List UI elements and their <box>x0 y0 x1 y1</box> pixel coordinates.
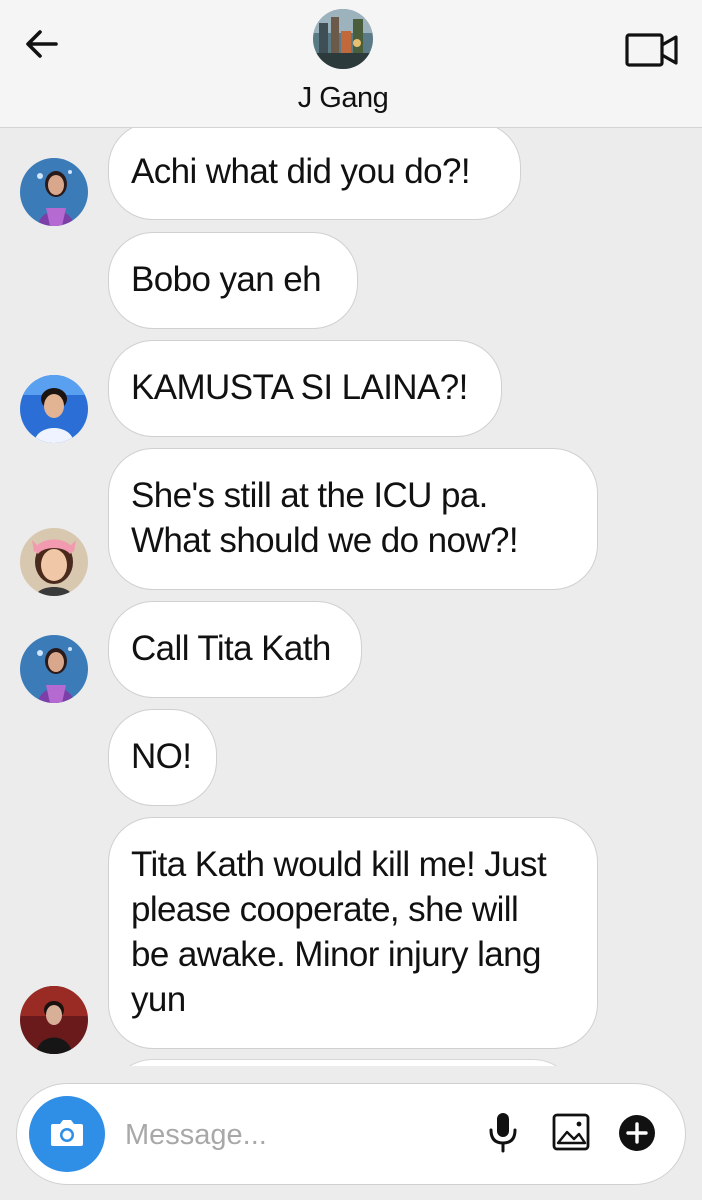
message-bubble: NO! <box>108 709 217 806</box>
camera-button[interactable] <box>29 1096 105 1172</box>
message-text: Achi what did you do?! <box>131 152 471 191</box>
message-bubble: She's still at the ICU pa. What should w… <box>108 448 598 590</box>
chat-header: J Gang <box>0 0 702 128</box>
avatar[interactable] <box>20 375 88 443</box>
message-text: Call Tita Kath <box>131 629 331 668</box>
video-call-button[interactable] <box>624 30 680 70</box>
gallery-button[interactable] <box>551 1112 591 1152</box>
microphone-icon <box>489 1113 517 1153</box>
chat-title: J Gang <box>297 82 389 114</box>
message-text-line: What should we do now?! <box>131 521 519 560</box>
message-list[interactable]: Achi what did you do?! Bobo yan eh KAMUS… <box>0 128 702 1066</box>
image-icon <box>552 1113 590 1151</box>
avatar[interactable] <box>20 986 88 1054</box>
message-text-line: yun <box>131 980 186 1019</box>
avatar[interactable] <box>20 158 88 226</box>
message-bubble: KAMUSTA SI LAINA?! <box>108 340 502 437</box>
add-button[interactable] <box>617 1113 657 1153</box>
arrow-left-icon <box>26 30 58 58</box>
back-button[interactable] <box>22 24 62 64</box>
message-text-line: please cooperate, she will <box>131 890 519 929</box>
message-text: Bobo yan eh <box>131 260 322 299</box>
message-text-line: Tita Kath would kill me! Just <box>131 845 547 884</box>
group-avatar[interactable] <box>313 9 373 69</box>
message-bubble: Achi what did you do?! <box>108 128 521 220</box>
message-text-line: She's still at the ICU pa. <box>131 476 488 515</box>
message-text: KAMUSTA SI LAINA?! <box>131 368 468 407</box>
video-camera-icon <box>625 33 678 67</box>
camera-icon <box>51 1120 83 1146</box>
message-bubble: Call Tita Kath <box>108 601 362 698</box>
microphone-button[interactable] <box>483 1110 523 1156</box>
plus-circle-icon <box>619 1115 655 1151</box>
message-composer <box>16 1083 686 1185</box>
message-text-line: be awake. Minor injury lang <box>131 935 541 974</box>
message-bubble: Tita Kath would kill me! Just please coo… <box>108 817 598 1049</box>
message-bubble: Bobo yan eh <box>108 232 358 329</box>
avatar[interactable] <box>20 528 88 596</box>
message-bubble-partial <box>108 1059 578 1066</box>
message-text: NO! <box>131 737 192 776</box>
avatar[interactable] <box>20 635 88 703</box>
message-input[interactable] <box>123 1112 467 1158</box>
